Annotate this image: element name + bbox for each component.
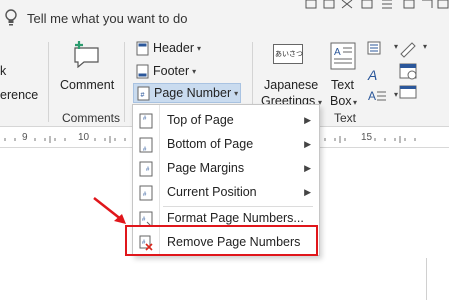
tell-me-input[interactable]: Tell me what you want to do (27, 11, 187, 26)
svg-text:A: A (368, 89, 376, 103)
comment-label: Comment (60, 78, 115, 92)
submenu-arrow-icon: ▶ (304, 187, 311, 197)
red-arrow-icon (93, 197, 126, 224)
chevron-down-icon: ▾ (394, 90, 399, 99)
japanese-greetings-icon: あいさつ (273, 44, 303, 64)
header-icon (136, 41, 149, 55)
submenu-arrow-icon: ▶ (304, 115, 311, 125)
menu-item-label: Format Page Numbers... (167, 211, 304, 225)
partial-label-top: k (0, 64, 7, 78)
comments-group-label: Comments (62, 111, 121, 125)
group-separator (124, 42, 125, 122)
new-comment-icon (74, 41, 99, 68)
text-group-label: Text (334, 111, 357, 125)
menu-item-label: Current Position (167, 185, 257, 199)
page-edge-line (426, 258, 427, 300)
partial-label-bottom: erence (0, 88, 39, 102)
comment-button[interactable]: Comment (56, 38, 118, 102)
japanese-greetings-button[interactable]: あいさつ Japanese Greetings ▾ (258, 38, 322, 110)
footer-label: Footer (153, 64, 190, 78)
highlight-box (125, 225, 318, 256)
japanese-greetings-label: Japanese (264, 78, 319, 92)
text-group-small-icons: A A (367, 41, 386, 103)
page-number-icon: # (137, 86, 150, 100)
bottom-of-page-icon: # (139, 137, 153, 153)
lightbulb-icon (5, 9, 17, 26)
ruler-label: 10 (78, 132, 90, 143)
page-number-label: Page Number (154, 86, 232, 100)
chevron-down-icon: ▾ (353, 98, 358, 107)
svg-text:A: A (334, 47, 341, 58)
menu-item-label: Bottom of Page (167, 137, 254, 151)
menu-item-bottom-of-page[interactable]: # Bottom of Page ▶ (133, 133, 319, 157)
chevron-down-icon: ▾ (234, 88, 239, 98)
text-box-label: Text (331, 78, 354, 92)
menu-item-label: Top of Page (167, 113, 234, 127)
box-label: Box (330, 94, 352, 108)
header-label: Header (153, 41, 194, 55)
top-of-page-icon: # (139, 113, 153, 129)
chevron-down-icon: ▾ (197, 43, 202, 53)
text-box-button[interactable]: A Text Box ▾ (326, 38, 362, 110)
ruler-label: 15 (361, 132, 373, 143)
menu-item-top-of-page[interactable]: # Top of Page ▶ (133, 109, 319, 133)
current-position-icon: # (139, 185, 153, 201)
menu-item-page-margins[interactable]: # Page Margins ▶ (133, 157, 319, 181)
footer-icon (136, 64, 149, 78)
submenu-arrow-icon: ▶ (304, 139, 311, 149)
page-margins-icon: # (139, 161, 153, 177)
group-separator (48, 42, 49, 122)
header-button[interactable]: Header ▾ (136, 38, 201, 58)
svg-text:A: A (367, 67, 377, 83)
svg-text:#: # (141, 92, 145, 99)
page-number-button[interactable]: # Page Number ▾ (133, 83, 241, 103)
submenu-arrow-icon: ▶ (304, 163, 311, 173)
menu-item-label: Page Margins (167, 161, 245, 175)
ruler-label: 9 (22, 132, 28, 143)
text-box-icon: A (330, 42, 356, 70)
chevron-down-icon: ▾ (192, 66, 197, 76)
footer-button[interactable]: Footer ▾ (136, 61, 196, 81)
menu-item-current-position[interactable]: # Current Position ▶ (133, 181, 319, 205)
ribbon-top-icons (305, 0, 449, 9)
chevron-down-icon: ▾ (423, 42, 428, 51)
tell-me-bar: Tell me what you want to do (0, 0, 449, 36)
chevron-down-icon: ▾ (394, 42, 399, 51)
insert-signature-date-object-icons (399, 42, 417, 99)
